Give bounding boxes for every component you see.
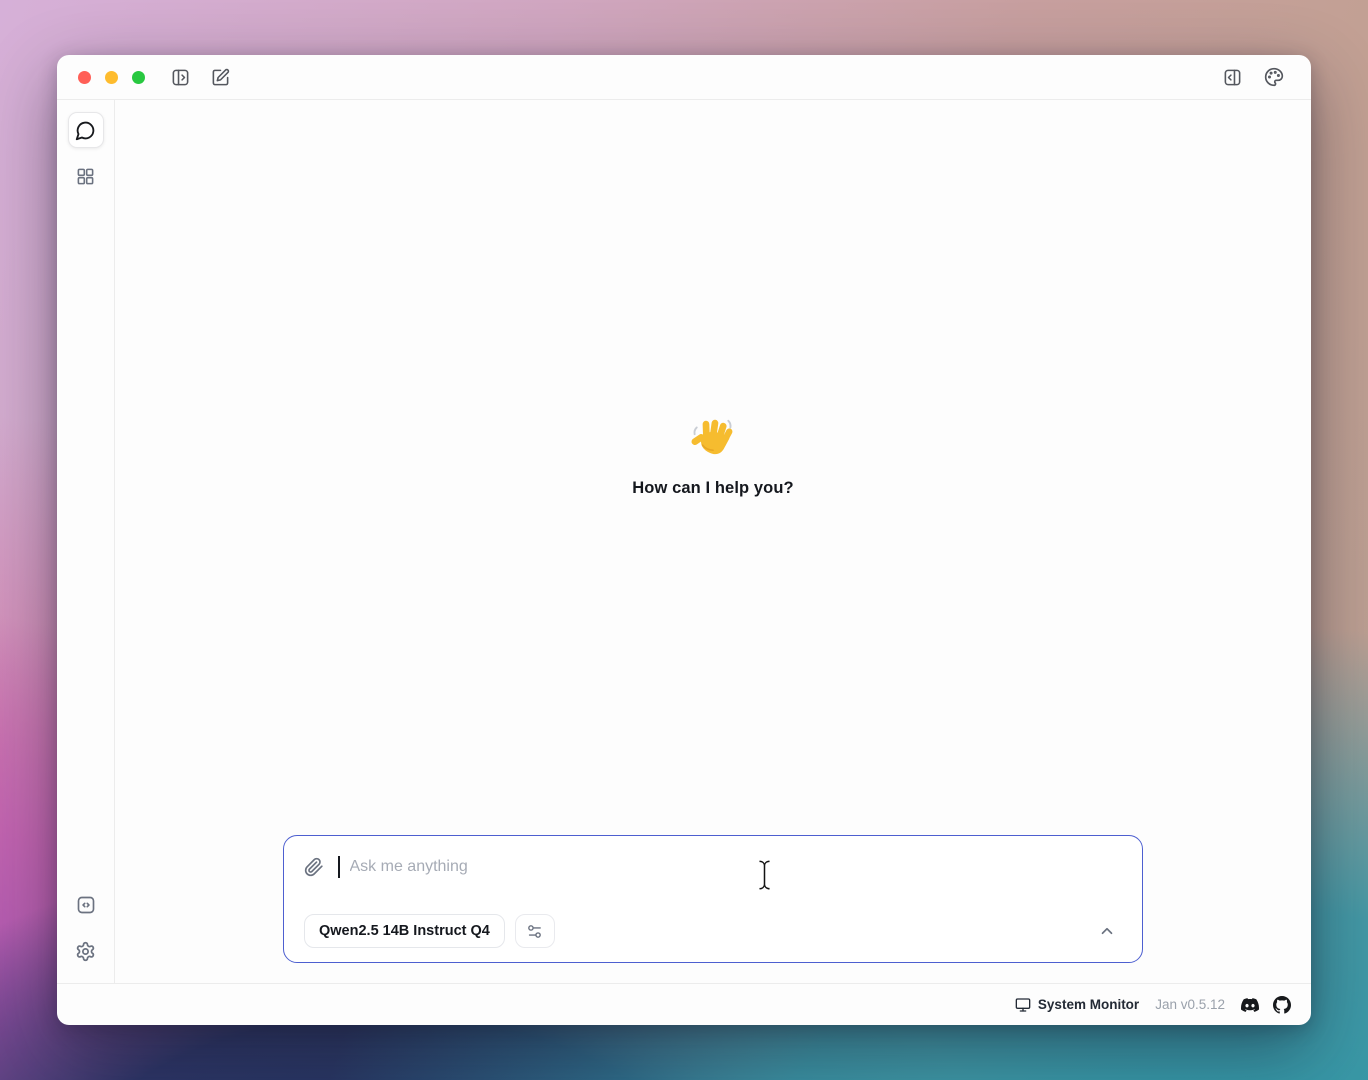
- main-area: How can I help you? Qwen2.5 14B Instruct…: [115, 100, 1311, 983]
- sidebar-item-hub[interactable]: [68, 158, 104, 194]
- sidebar: [57, 100, 115, 983]
- grid-icon: [76, 167, 95, 186]
- system-monitor-button[interactable]: System Monitor: [1015, 997, 1139, 1013]
- new-thread-button[interactable]: [207, 64, 233, 90]
- greeting: How can I help you?: [115, 416, 1311, 498]
- minimize-button[interactable]: [105, 71, 118, 84]
- chat-bubble-icon: [75, 120, 96, 141]
- sidebar-item-local-api-server[interactable]: [68, 887, 104, 923]
- sliders-icon: [526, 923, 543, 940]
- monitor-icon: [1015, 997, 1031, 1013]
- close-button[interactable]: [78, 71, 91, 84]
- new-thread-icon: [211, 68, 230, 87]
- sidebar-item-threads[interactable]: [68, 112, 104, 148]
- system-monitor-label: System Monitor: [1038, 997, 1139, 1012]
- jan-app-window: How can I help you? Qwen2.5 14B Instruct…: [57, 55, 1311, 1025]
- app-version-label: Jan v0.5.12: [1155, 997, 1225, 1012]
- collapse-composer-button[interactable]: [1098, 922, 1116, 940]
- greeting-title: How can I help you?: [115, 479, 1311, 498]
- model-settings-button[interactable]: [515, 914, 555, 948]
- maximize-button[interactable]: [132, 71, 145, 84]
- paperclip-icon: [304, 857, 324, 877]
- sidebar-item-settings[interactable]: [68, 933, 104, 969]
- titlebar: [57, 55, 1311, 100]
- discord-link[interactable]: [1241, 996, 1259, 1014]
- message-input[interactable]: [350, 858, 1125, 876]
- traffic-lights: [78, 71, 145, 84]
- text-ibeam-cursor: [755, 857, 774, 898]
- theme-palette-icon: [1264, 67, 1284, 87]
- github-icon: [1273, 996, 1291, 1014]
- attach-button[interactable]: [304, 857, 324, 877]
- code-square-icon: [76, 895, 96, 915]
- theme-button[interactable]: [1261, 64, 1287, 90]
- toggle-left-panel-icon: [171, 68, 190, 87]
- github-link[interactable]: [1273, 996, 1291, 1014]
- chat-composer: Qwen2.5 14B Instruct Q4: [283, 835, 1143, 963]
- toggle-right-panel-icon: [1223, 68, 1242, 87]
- discord-icon: [1241, 996, 1259, 1014]
- waving-hand-emoji: [690, 416, 736, 465]
- toggle-right-panel-button[interactable]: [1219, 64, 1245, 90]
- statusbar: System Monitor Jan v0.5.12: [57, 983, 1311, 1025]
- toggle-left-panel-button[interactable]: [167, 64, 193, 90]
- model-selector[interactable]: Qwen2.5 14B Instruct Q4: [304, 914, 505, 948]
- gear-icon: [75, 941, 96, 962]
- chevron-up-icon: [1098, 922, 1116, 940]
- text-caret: [338, 856, 340, 878]
